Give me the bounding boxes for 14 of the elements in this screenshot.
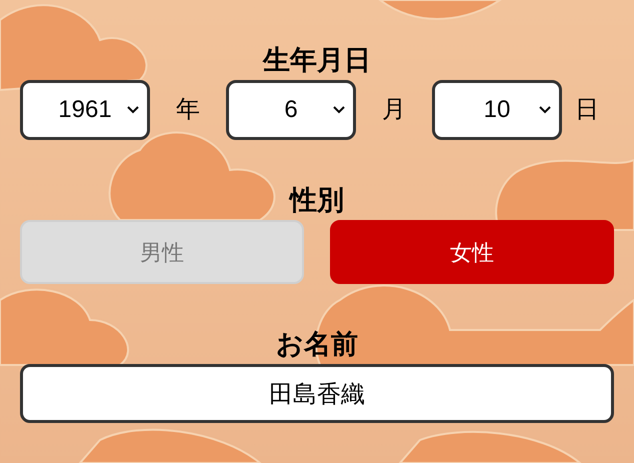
section-title: お名前 — [276, 328, 358, 360]
chevron-down-icon — [539, 106, 551, 114]
section-title: 性別 — [290, 184, 344, 216]
date-select[interactable]: 10 — [432, 80, 562, 140]
unit-label: 年 — [175, 95, 201, 125]
chevron-down-icon — [127, 106, 139, 114]
name-input-field[interactable]: 田島香織 — [20, 364, 614, 423]
chevron-down-icon — [333, 106, 345, 114]
date-select[interactable]: 6 — [226, 80, 356, 140]
date-select[interactable]: 1961 — [20, 80, 150, 140]
gender-option-button[interactable]: 女性 — [330, 220, 614, 284]
unit-label: 月 — [381, 95, 407, 125]
unit-label: 日 — [574, 95, 600, 125]
section-title: 生年月日 — [263, 44, 371, 76]
